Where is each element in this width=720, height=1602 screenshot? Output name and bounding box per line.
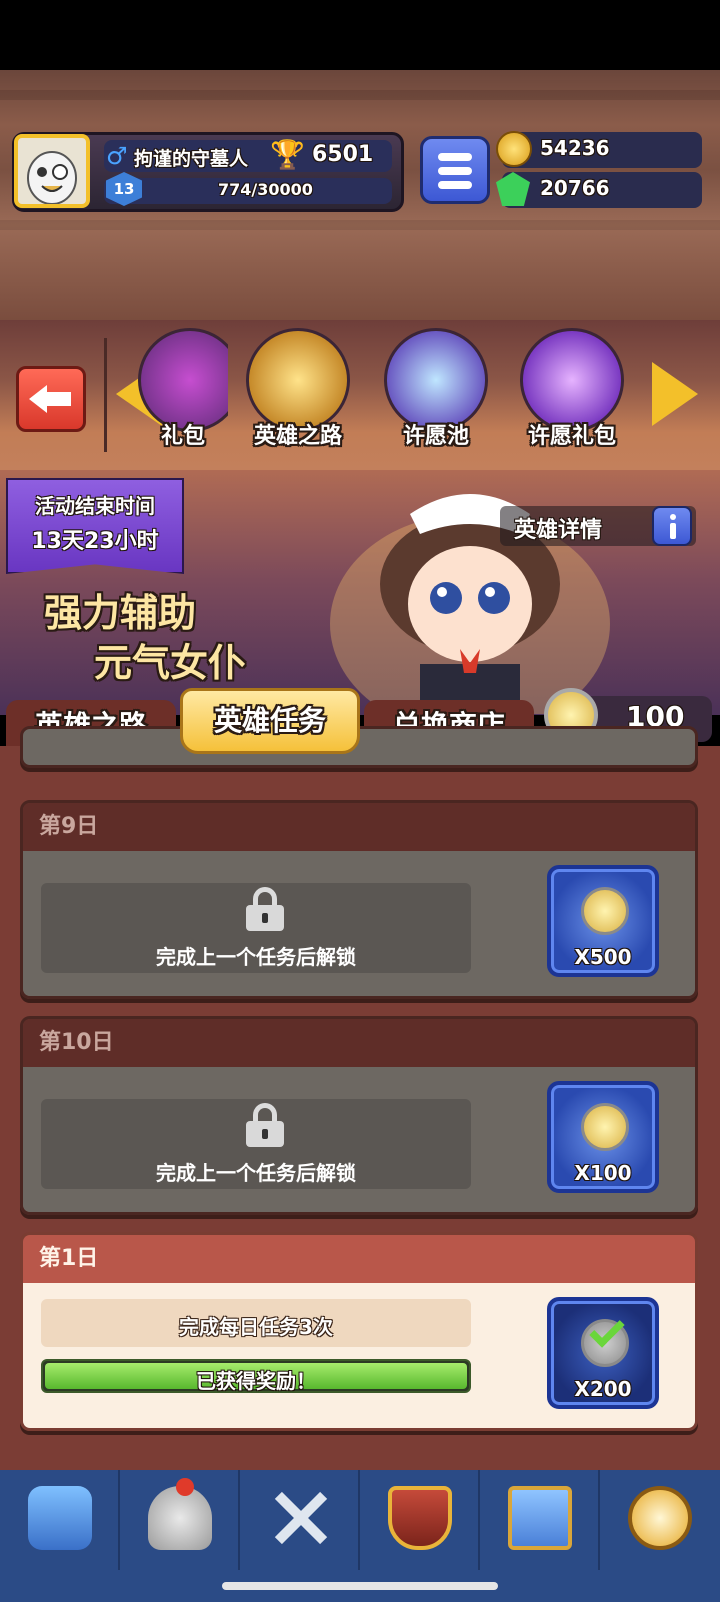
promo-line-2: 元气女仆 bbox=[94, 641, 247, 685]
gold-coin-icon bbox=[496, 131, 532, 167]
xp-value: 774/30000 bbox=[218, 180, 313, 199]
timer-value: 13天23小时 bbox=[31, 529, 159, 554]
menu-button[interactable] bbox=[420, 136, 490, 204]
progress-bar: 已获得奖励！ bbox=[41, 1359, 471, 1393]
reward-quantity: X200 bbox=[574, 1377, 632, 1401]
nav-heroes[interactable] bbox=[120, 1470, 240, 1570]
lock-icon bbox=[246, 1103, 284, 1147]
mission-day: 第10日 bbox=[23, 1019, 695, 1067]
guild-banner-icon bbox=[508, 1486, 572, 1550]
info-icon[interactable] bbox=[652, 506, 692, 546]
carousel-next-icon[interactable] bbox=[652, 362, 698, 426]
trophy-icon: 🏆 bbox=[270, 138, 305, 171]
player-avatar[interactable] bbox=[14, 134, 90, 208]
token-coin-icon bbox=[581, 1103, 629, 1151]
gem-amount: 20766 bbox=[540, 176, 610, 200]
nav-battle[interactable] bbox=[240, 1470, 360, 1570]
compass-icon bbox=[628, 1486, 692, 1550]
task-label: 完成上一个任务后解锁 bbox=[156, 945, 356, 969]
reward-button[interactable]: X100 bbox=[547, 1081, 659, 1193]
home-indicator[interactable] bbox=[222, 1582, 498, 1590]
reward-quantity: X100 bbox=[574, 1161, 632, 1185]
gender-male-icon: ♂ bbox=[106, 142, 128, 170]
promo-text: 强力辅助 元气女仆 bbox=[44, 588, 246, 688]
carousel-item-hero-road[interactable]: 英雄之路 bbox=[242, 328, 354, 460]
task-label: 完成每日任务3次 bbox=[179, 1315, 333, 1339]
hero-details-label: 英雄详情 bbox=[514, 518, 603, 543]
reward-button[interactable]: X500 bbox=[547, 865, 659, 977]
carousel-item-gift-pack[interactable]: 礼包 bbox=[138, 328, 228, 460]
carousel-item-wish-gift[interactable]: 许愿礼包 bbox=[516, 328, 628, 460]
player-name: 拘谨的守墓人 bbox=[134, 148, 249, 170]
locked-task: 完成上一个任务后解锁 bbox=[41, 1099, 471, 1189]
token-coin-icon bbox=[581, 887, 629, 935]
knight-helmet-icon bbox=[148, 1486, 212, 1550]
mission-card-day10: 第10日 完成上一个任务后解锁 X100 bbox=[20, 1016, 698, 1215]
event-timer-badge: 活动结束时间 13天23小时 bbox=[6, 478, 184, 574]
crossed-swords-icon bbox=[268, 1486, 332, 1550]
mission-day: 第9日 bbox=[23, 803, 695, 851]
reward-quantity: X500 bbox=[574, 945, 632, 969]
timer-title: 活动结束时间 bbox=[35, 494, 155, 518]
claimed-status: 已获得奖励！ bbox=[196, 1369, 316, 1393]
back-button[interactable] bbox=[16, 366, 86, 432]
nav-shop[interactable] bbox=[0, 1470, 120, 1570]
mission-day: 第1日 bbox=[23, 1235, 695, 1283]
trophy-count: 6501 bbox=[312, 142, 374, 167]
reward-button-claimed[interactable]: X200 bbox=[547, 1297, 659, 1409]
carousel-item-wishing-well[interactable]: 许愿池 bbox=[380, 328, 492, 460]
task-label: 完成上一个任务后解锁 bbox=[156, 1161, 356, 1185]
nav-explore[interactable] bbox=[600, 1470, 720, 1570]
locked-task: 完成上一个任务后解锁 bbox=[41, 883, 471, 973]
crown-shield-icon bbox=[388, 1486, 452, 1550]
mission-card-day1: 第1日 完成每日任务3次 已获得奖励！ X200 bbox=[20, 1232, 698, 1431]
divider bbox=[104, 338, 107, 452]
nav-clan[interactable] bbox=[360, 1470, 480, 1570]
mission-card-day9: 第9日 完成上一个任务后解锁 X500 bbox=[20, 800, 698, 999]
status-bar bbox=[0, 0, 720, 70]
treasure-chest-icon bbox=[28, 1486, 92, 1550]
daily-task: 完成每日任务3次 bbox=[41, 1299, 471, 1347]
tab-hero-missions[interactable]: 英雄任务 bbox=[180, 688, 360, 754]
promo-line-1: 强力辅助 bbox=[44, 591, 197, 635]
gold-amount: 54236 bbox=[540, 136, 610, 160]
nav-social[interactable] bbox=[480, 1470, 600, 1570]
ghost-avatar-icon bbox=[27, 151, 77, 204]
lock-icon bbox=[246, 887, 284, 931]
